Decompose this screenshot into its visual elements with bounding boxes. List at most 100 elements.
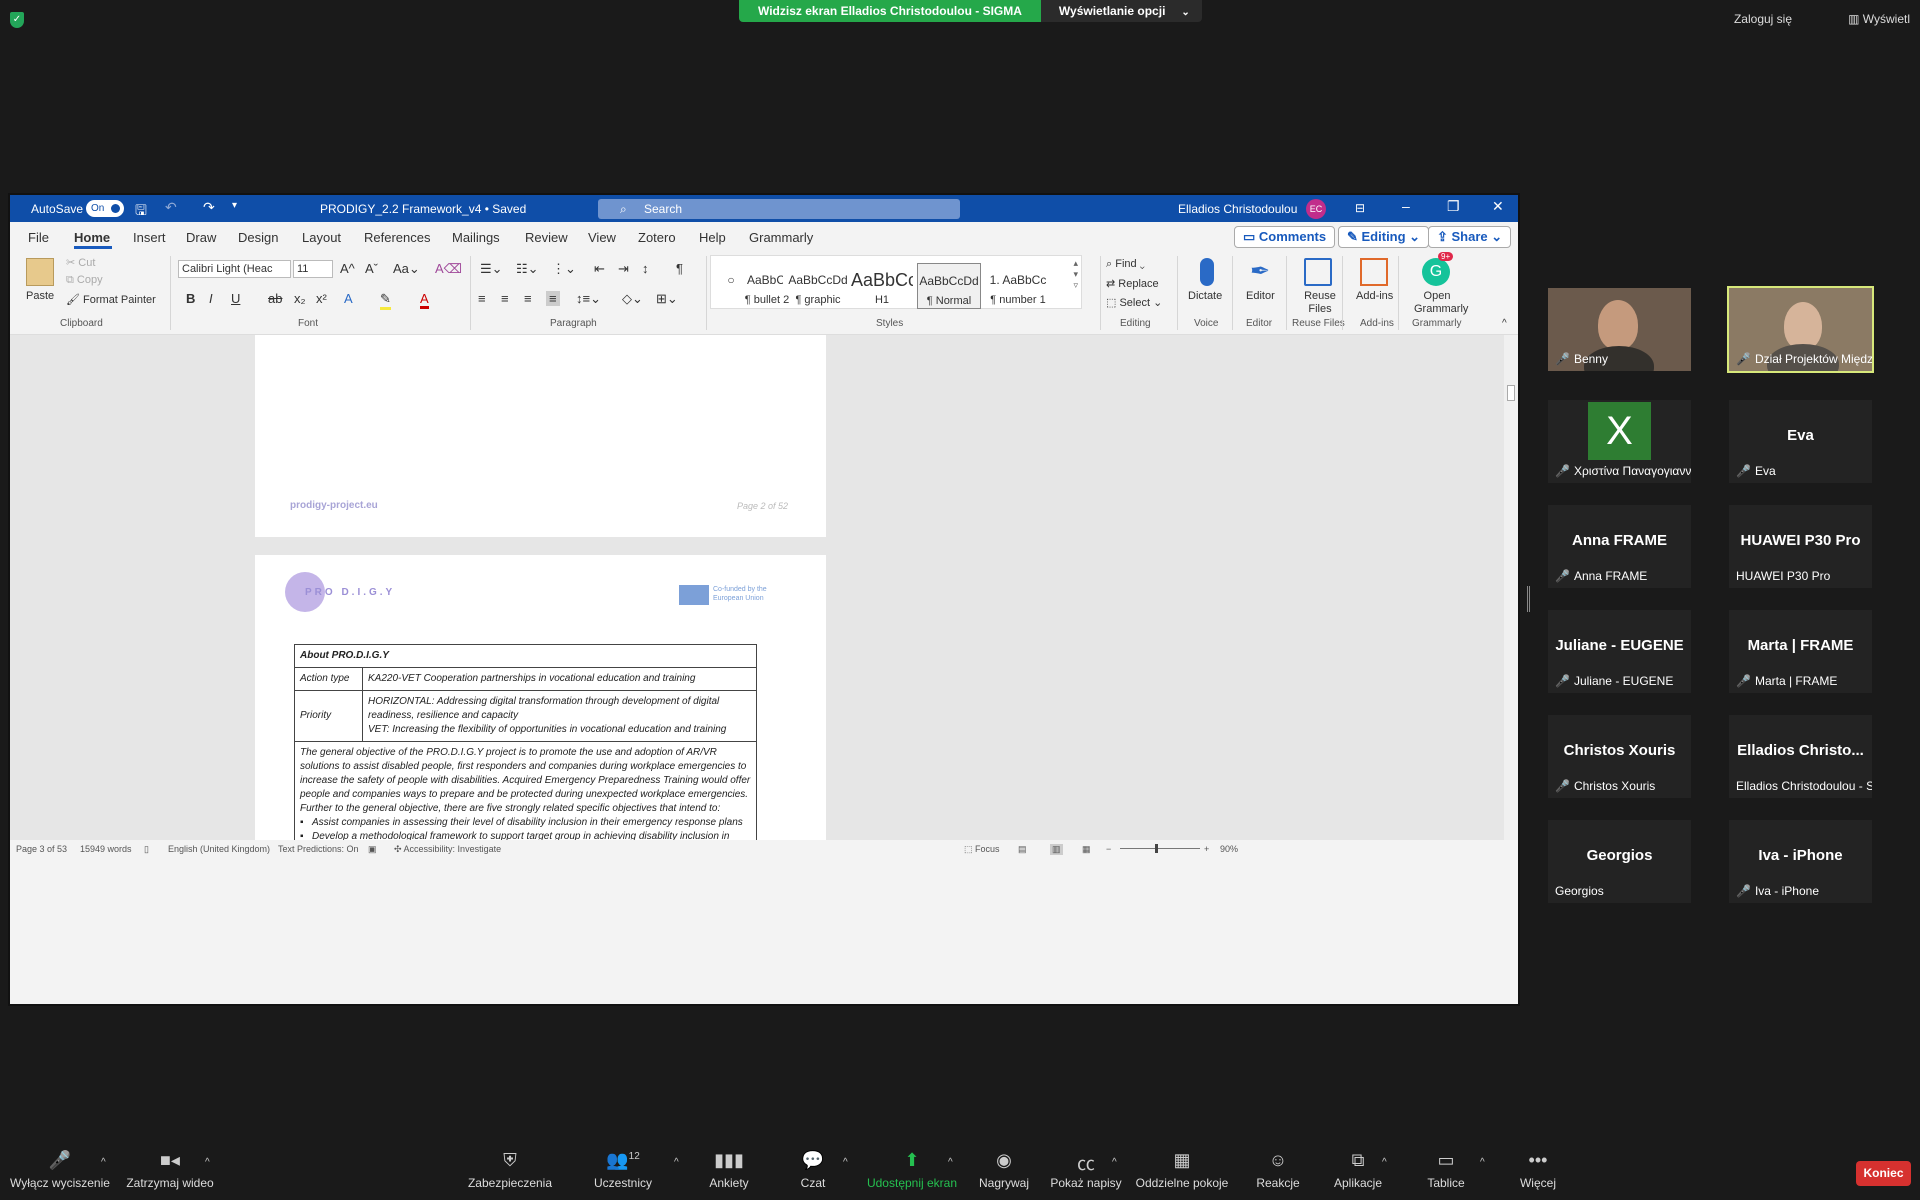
style-graphic[interactable]: AaBbCcDd ¶ graphic	[787, 263, 849, 309]
tab-grammarly[interactable]: Grammarly	[749, 230, 813, 245]
grow-font-icon[interactable]: A^	[340, 261, 355, 276]
accessibility-icon[interactable]: ✣ Accessibility: Investigate	[394, 844, 501, 855]
style-bullet-2b[interactable]: AaBbC	[747, 263, 783, 309]
find-button[interactable]: ⌕ Find ⌄	[1106, 258, 1145, 271]
tab-view[interactable]: View	[588, 230, 616, 245]
tab-design[interactable]: Design	[238, 230, 278, 245]
chat-button[interactable]: 💬 Czat	[796, 1150, 830, 1190]
redo-icon[interactable]: ↷	[203, 199, 215, 216]
ribbon-display-icon[interactable]: ⊟	[1355, 201, 1365, 215]
microphone-icon[interactable]	[1200, 258, 1214, 286]
styles-scroll-icon[interactable]: ▴ ▾ ▿	[1073, 258, 1078, 291]
scrollbar-thumb[interactable]	[1507, 385, 1515, 401]
view-button[interactable]: ▥ Wyświetl	[1848, 12, 1910, 26]
highlight-icon[interactable]: ✎	[380, 291, 391, 310]
restore-icon[interactable]: ❐	[1447, 198, 1460, 215]
tab-layout[interactable]: Layout	[302, 230, 341, 245]
participant-tile[interactable]: X 🎤Χριστίνα Παναγογιαννο...	[1548, 400, 1691, 483]
reuse-files-button[interactable]: Reuse Files	[1302, 290, 1338, 316]
unmute-button[interactable]: 🎤 Wyłącz wyciszenie	[8, 1150, 112, 1190]
proofing-icon[interactable]: ▯	[144, 844, 149, 855]
zoom-in-icon[interactable]: +	[1204, 844, 1209, 854]
chevron-up-icon[interactable]: ^	[674, 1157, 679, 1168]
tab-file[interactable]: File	[28, 230, 49, 245]
stop-video-button[interactable]: ■◂ Zatrzymaj wideo	[124, 1150, 216, 1190]
copy-button[interactable]: ⧉ Copy	[66, 274, 103, 287]
decrease-indent-icon[interactable]: ⇤	[594, 261, 605, 277]
user-name[interactable]: Elladios Christodoulou	[1178, 202, 1297, 216]
clear-formatting-icon[interactable]: A⌫	[435, 261, 462, 277]
replace-button[interactable]: ⇄ Replace	[1106, 277, 1159, 290]
focus-button[interactable]: ⬚ Focus	[964, 844, 1000, 855]
show-formatting-marks-icon[interactable]: ¶	[676, 261, 683, 276]
font-name-select[interactable]: Calibri Light (Heac	[178, 260, 291, 278]
whiteboard-button[interactable]: ▭ Tablice	[1424, 1150, 1468, 1190]
page-count[interactable]: Page 3 of 53	[16, 844, 67, 854]
font-color-icon[interactable]: A	[420, 291, 429, 309]
grammarly-icon[interactable]: G	[1422, 258, 1450, 286]
chevron-up-icon[interactable]: ^	[1382, 1157, 1387, 1168]
vertical-scrollbar[interactable]	[1504, 335, 1518, 840]
customize-toolbar-icon[interactable]: ▾	[232, 200, 237, 211]
chevron-up-icon[interactable]: ^	[1112, 1157, 1117, 1168]
cut-button[interactable]: ✂ Cut	[66, 256, 95, 269]
share-screen-button[interactable]: ⬆ Udostępnij ekran	[864, 1150, 960, 1190]
tab-help[interactable]: Help	[699, 230, 726, 245]
tab-review[interactable]: Review	[525, 230, 568, 245]
participant-tile-active-speaker[interactable]: 🎤Dział Projektów Międzyn...	[1727, 286, 1874, 373]
zoom-slider-thumb[interactable]	[1155, 844, 1158, 853]
word-count[interactable]: 15949 words	[80, 844, 132, 854]
add-ins-button[interactable]: Add-ins	[1356, 290, 1393, 302]
paste-button[interactable]: Paste	[26, 290, 54, 302]
avatar[interactable]: EC	[1306, 199, 1326, 219]
shrink-font-icon[interactable]: Aˇ	[365, 261, 378, 276]
captions-button[interactable]: ㏄ Pokaż napisy	[1050, 1150, 1122, 1190]
justify-icon[interactable]: ≡	[546, 291, 560, 306]
breakout-rooms-button[interactable]: ▦ Oddzielne pokoje	[1134, 1150, 1230, 1190]
increase-indent-icon[interactable]: ⇥	[618, 261, 629, 277]
underline-icon[interactable]: U	[231, 291, 240, 306]
search-input[interactable]: ⌕ Search	[598, 199, 960, 219]
share-button[interactable]: ⇪ Share ⌄	[1428, 226, 1512, 248]
bold-icon[interactable]: B	[186, 291, 195, 306]
subscript-icon[interactable]: x₂	[294, 291, 306, 306]
minimize-icon[interactable]: –	[1402, 198, 1410, 214]
sort-icon[interactable]: ↕	[642, 261, 649, 276]
participant-tile[interactable]: Eva 🎤 Eva	[1729, 400, 1872, 483]
zoom-out-icon[interactable]: −	[1106, 844, 1111, 854]
change-case-icon[interactable]: Aa⌄	[393, 261, 420, 277]
participant-tile[interactable]: Christos Xouris 🎤 Christos Xouris	[1548, 715, 1691, 798]
style-bullet-2[interactable]: ○ ¶ bullet 2	[711, 263, 789, 309]
reactions-button[interactable]: ☺ Reakcje	[1256, 1150, 1300, 1190]
open-grammarly-button[interactable]: Open Grammarly	[1414, 290, 1468, 316]
reuse-files-icon[interactable]	[1304, 258, 1332, 286]
style-number-1[interactable]: 1. AaBbCc ¶ number 1	[985, 263, 1051, 309]
read-mode-icon[interactable]: ▤	[1018, 844, 1027, 855]
panel-resize-handle[interactable]	[1527, 586, 1530, 612]
end-meeting-button[interactable]: Koniec	[1856, 1161, 1911, 1186]
participants-button[interactable]: 👥12 Uczestnicy	[590, 1150, 656, 1190]
select-button[interactable]: ⬚ Select ⌄	[1106, 296, 1162, 309]
participant-tile[interactable]: HUAWEI P30 Pro HUAWEI P30 Pro	[1729, 505, 1872, 588]
print-layout-icon[interactable]: ▥	[1050, 844, 1063, 855]
login-link[interactable]: Zaloguj się	[1734, 12, 1792, 26]
font-size-select[interactable]: 11	[293, 260, 333, 278]
document-canvas[interactable]: prodigy-project.eu Page 2 of 52 PRO D.I.…	[10, 335, 1518, 840]
polls-button[interactable]: ▮▮▮ Ankiety	[704, 1150, 754, 1190]
italic-icon[interactable]: I	[209, 291, 213, 306]
participant-tile[interactable]: Marta | FRAME 🎤 Marta | FRAME	[1729, 610, 1872, 693]
participant-tile[interactable]: Juliane - EUGENE 🎤 Juliane - EUGENE	[1548, 610, 1691, 693]
collapse-ribbon-icon[interactable]: ^	[1502, 318, 1507, 329]
undo-icon[interactable]: ↶	[165, 199, 177, 216]
record-button[interactable]: ◉ Nagrywaj	[976, 1150, 1032, 1190]
save-icon[interactable]: 🖫	[135, 200, 147, 224]
editor-button[interactable]: Editor	[1246, 290, 1275, 302]
language[interactable]: English (United Kingdom)	[168, 844, 270, 854]
security-button[interactable]: ⛨ Zabezpieczenia	[466, 1150, 554, 1190]
tab-insert[interactable]: Insert	[133, 230, 166, 245]
superscript-icon[interactable]: x²	[316, 291, 327, 306]
shading-icon[interactable]: ◇⌄	[622, 291, 643, 307]
zoom-level[interactable]: 90%	[1220, 844, 1238, 854]
more-button[interactable]: ••• Więcej	[1516, 1150, 1560, 1190]
chevron-up-icon[interactable]: ^	[948, 1157, 953, 1168]
